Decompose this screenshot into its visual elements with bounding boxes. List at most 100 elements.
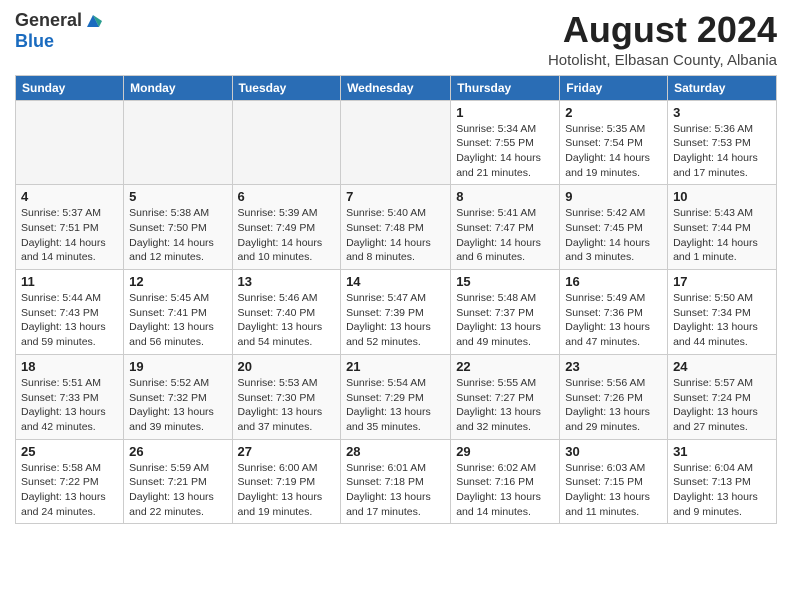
- day-info: Sunrise: 5:47 AM Sunset: 7:39 PM Dayligh…: [346, 291, 445, 350]
- day-info: Sunrise: 5:37 AM Sunset: 7:51 PM Dayligh…: [21, 206, 118, 265]
- day-info: Sunrise: 5:39 AM Sunset: 7:49 PM Dayligh…: [238, 206, 336, 265]
- calendar-day-cell: 24 Sunrise: 5:57 AM Sunset: 7:24 PM Dayli…: [668, 354, 777, 439]
- calendar-day-cell: 2Sunrise: 5:35 AM Sunset: 7:54 PM Daylig…: [560, 100, 668, 185]
- day-number: 28: [346, 444, 445, 459]
- calendar-day-cell: 15 Sunrise: 5:48 AM Sunset: 7:37 PM Dayli…: [451, 270, 560, 355]
- calendar-week-row: 11 Sunrise: 5:44 AM Sunset: 7:43 PM Dayli…: [16, 270, 777, 355]
- calendar-day-cell: 11 Sunrise: 5:44 AM Sunset: 7:43 PM Dayli…: [16, 270, 124, 355]
- day-info: Sunrise: 5:44 AM Sunset: 7:43 PM Dayligh…: [21, 291, 118, 350]
- calendar-week-row: 25 Sunrise: 5:58 AM Sunset: 7:22 PM Dayli…: [16, 439, 777, 524]
- day-info: Sunrise: 5:45 AM Sunset: 7:41 PM Dayligh…: [129, 291, 226, 350]
- day-info: Sunrise: 5:58 AM Sunset: 7:22 PM Dayligh…: [21, 461, 118, 520]
- day-number: 17: [673, 274, 771, 289]
- calendar-day-cell: 20 Sunrise: 5:53 AM Sunset: 7:30 PM Dayli…: [232, 354, 341, 439]
- day-of-week-header: Friday: [560, 75, 668, 100]
- day-info: Sunrise: 5:57 AM Sunset: 7:24 PM Dayligh…: [673, 376, 771, 435]
- day-number: 5: [129, 189, 226, 204]
- calendar-day-cell: 14 Sunrise: 5:47 AM Sunset: 7:39 PM Dayli…: [341, 270, 451, 355]
- day-info: Sunrise: 5:34 AM Sunset: 7:55 PM Dayligh…: [456, 122, 554, 181]
- logo-blue: Blue: [15, 31, 54, 51]
- day-info: Sunrise: 5:40 AM Sunset: 7:48 PM Dayligh…: [346, 206, 445, 265]
- day-info: Sunrise: 5:59 AM Sunset: 7:21 PM Dayligh…: [129, 461, 226, 520]
- calendar-day-cell: 7 Sunrise: 5:40 AM Sunset: 7:48 PM Daylig…: [341, 185, 451, 270]
- day-of-week-header: Monday: [124, 75, 232, 100]
- day-of-week-header: Wednesday: [341, 75, 451, 100]
- calendar-day-cell: 21 Sunrise: 5:54 AM Sunset: 7:29 PM Dayli…: [341, 354, 451, 439]
- day-number: 7: [346, 189, 445, 204]
- day-number: 21: [346, 359, 445, 374]
- day-number: 16: [565, 274, 662, 289]
- day-number: 20: [238, 359, 336, 374]
- day-number: 29: [456, 444, 554, 459]
- day-info: Sunrise: 5:46 AM Sunset: 7:40 PM Dayligh…: [238, 291, 336, 350]
- calendar-day-cell: [232, 100, 341, 185]
- calendar-day-cell: 6 Sunrise: 5:39 AM Sunset: 7:49 PM Daylig…: [232, 185, 341, 270]
- day-number: 6: [238, 189, 336, 204]
- calendar-day-cell: 5 Sunrise: 5:38 AM Sunset: 7:50 PM Daylig…: [124, 185, 232, 270]
- day-info: Sunrise: 5:49 AM Sunset: 7:36 PM Dayligh…: [565, 291, 662, 350]
- day-number: 10: [673, 189, 771, 204]
- day-info: Sunrise: 5:55 AM Sunset: 7:27 PM Dayligh…: [456, 376, 554, 435]
- day-number: 3: [673, 105, 771, 120]
- page-header: General Blue August 2024 Hotolisht, Elba…: [15, 10, 777, 69]
- calendar-table: SundayMondayTuesdayWednesdayThursdayFrid…: [15, 75, 777, 525]
- day-of-week-header: Thursday: [451, 75, 560, 100]
- day-info: Sunrise: 5:41 AM Sunset: 7:47 PM Dayligh…: [456, 206, 554, 265]
- calendar-day-cell: 16 Sunrise: 5:49 AM Sunset: 7:36 PM Dayli…: [560, 270, 668, 355]
- logo-icon: [84, 12, 102, 30]
- calendar-day-cell: 25 Sunrise: 5:58 AM Sunset: 7:22 PM Dayli…: [16, 439, 124, 524]
- day-number: 11: [21, 274, 118, 289]
- calendar-day-cell: 3Sunrise: 5:36 AM Sunset: 7:53 PM Daylig…: [668, 100, 777, 185]
- day-number: 30: [565, 444, 662, 459]
- calendar-day-cell: 22 Sunrise: 5:55 AM Sunset: 7:27 PM Dayli…: [451, 354, 560, 439]
- day-info: Sunrise: 5:53 AM Sunset: 7:30 PM Dayligh…: [238, 376, 336, 435]
- logo: General Blue: [15, 10, 102, 52]
- day-info: Sunrise: 5:48 AM Sunset: 7:37 PM Dayligh…: [456, 291, 554, 350]
- day-number: 9: [565, 189, 662, 204]
- calendar-day-cell: 26 Sunrise: 5:59 AM Sunset: 7:21 PM Dayli…: [124, 439, 232, 524]
- calendar-day-cell: [341, 100, 451, 185]
- day-info: Sunrise: 6:00 AM Sunset: 7:19 PM Dayligh…: [238, 461, 336, 520]
- calendar-day-cell: 28 Sunrise: 6:01 AM Sunset: 7:18 PM Dayli…: [341, 439, 451, 524]
- calendar-day-cell: 1 Sunrise: 5:34 AM Sunset: 7:55 PM Daylig…: [451, 100, 560, 185]
- day-number: 12: [129, 274, 226, 289]
- day-number: 27: [238, 444, 336, 459]
- day-number: 25: [21, 444, 118, 459]
- day-of-week-header: Saturday: [668, 75, 777, 100]
- day-info: Sunrise: 5:50 AM Sunset: 7:34 PM Dayligh…: [673, 291, 771, 350]
- day-number: 4: [21, 189, 118, 204]
- day-number: 19: [129, 359, 226, 374]
- day-number: 23: [565, 359, 662, 374]
- day-number: 26: [129, 444, 226, 459]
- calendar-day-cell: 8 Sunrise: 5:41 AM Sunset: 7:47 PM Daylig…: [451, 185, 560, 270]
- day-info: Sunrise: 5:38 AM Sunset: 7:50 PM Dayligh…: [129, 206, 226, 265]
- calendar-day-cell: 12 Sunrise: 5:45 AM Sunset: 7:41 PM Dayli…: [124, 270, 232, 355]
- location-title: Hotolisht, Elbasan County, Albania: [548, 52, 777, 69]
- day-info: Sunrise: 6:01 AM Sunset: 7:18 PM Dayligh…: [346, 461, 445, 520]
- day-number: 8: [456, 189, 554, 204]
- calendar-day-cell: 10 Sunrise: 5:43 AM Sunset: 7:44 PM Dayli…: [668, 185, 777, 270]
- calendar-day-cell: [124, 100, 232, 185]
- day-number: 14: [346, 274, 445, 289]
- calendar-day-cell: 9 Sunrise: 5:42 AM Sunset: 7:45 PM Daylig…: [560, 185, 668, 270]
- day-info: Sunrise: 5:42 AM Sunset: 7:45 PM Dayligh…: [565, 206, 662, 265]
- day-info: Sunrise: 6:03 AM Sunset: 7:15 PM Dayligh…: [565, 461, 662, 520]
- day-number: 22: [456, 359, 554, 374]
- day-info: Sunrise: 5:52 AM Sunset: 7:32 PM Dayligh…: [129, 376, 226, 435]
- calendar-week-row: 4 Sunrise: 5:37 AM Sunset: 7:51 PM Daylig…: [16, 185, 777, 270]
- day-number: 24: [673, 359, 771, 374]
- day-of-week-header: Sunday: [16, 75, 124, 100]
- day-number: 1: [456, 105, 554, 120]
- day-info: Sunrise: 6:04 AM Sunset: 7:13 PM Dayligh…: [673, 461, 771, 520]
- calendar-day-cell: 18 Sunrise: 5:51 AM Sunset: 7:33 PM Dayli…: [16, 354, 124, 439]
- day-number: 31: [673, 444, 771, 459]
- day-number: 18: [21, 359, 118, 374]
- day-info: Sunrise: 6:02 AM Sunset: 7:16 PM Dayligh…: [456, 461, 554, 520]
- calendar-day-cell: 23Sunrise: 5:56 AM Sunset: 7:26 PM Dayli…: [560, 354, 668, 439]
- day-info: Sunrise: 5:43 AM Sunset: 7:44 PM Dayligh…: [673, 206, 771, 265]
- day-info: Sunrise: 5:35 AM Sunset: 7:54 PM Dayligh…: [565, 122, 662, 181]
- calendar-day-cell: 17 Sunrise: 5:50 AM Sunset: 7:34 PM Dayli…: [668, 270, 777, 355]
- day-info: Sunrise: 5:51 AM Sunset: 7:33 PM Dayligh…: [21, 376, 118, 435]
- day-info: Sunrise: 5:54 AM Sunset: 7:29 PM Dayligh…: [346, 376, 445, 435]
- day-number: 15: [456, 274, 554, 289]
